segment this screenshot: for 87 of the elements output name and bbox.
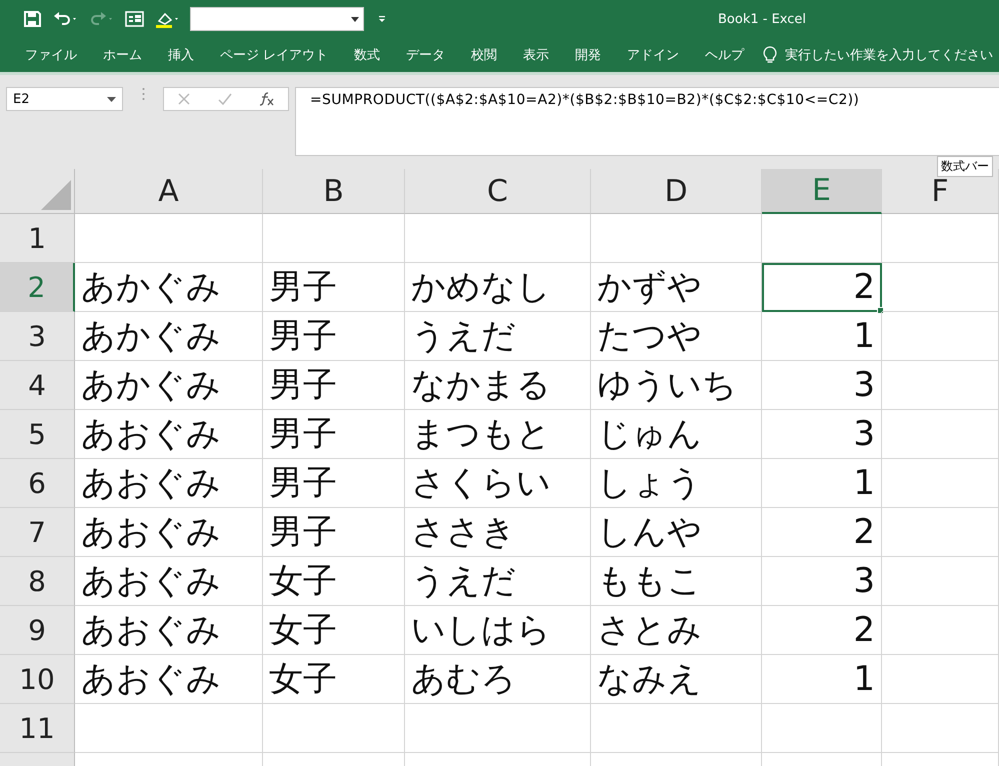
column-header[interactable]: B <box>263 169 405 214</box>
table-cell: ささき <box>405 508 591 557</box>
table-cell: まつもと <box>405 410 591 459</box>
table-cell: さくらい <box>405 459 591 508</box>
table-cell: たつや <box>591 312 762 361</box>
select-all-icon[interactable] <box>41 180 71 210</box>
table-cell: あむろ <box>405 655 591 704</box>
table-cell: あおぐみ <box>75 655 263 704</box>
row-header[interactable]: 4 <box>0 361 75 410</box>
table-cell: 女子 <box>263 557 405 606</box>
table-cell: 3 <box>762 361 882 410</box>
tell-me-search[interactable]: 実行したい作業を入力してください <box>763 46 994 64</box>
select-all-button[interactable] <box>0 169 75 214</box>
row-header[interactable]: 11 <box>0 704 75 753</box>
table-cell: あかぐみ <box>75 361 263 410</box>
table-cell: 男子 <box>263 263 405 312</box>
ribbon-tab[interactable]: ファイル <box>12 46 90 64</box>
row-header[interactable]: 9 <box>0 606 75 655</box>
column-header[interactable]: A <box>75 169 263 214</box>
ribbon-tab[interactable]: 挿入 <box>155 46 207 64</box>
table-cell: なみえ <box>591 655 762 704</box>
table-cell: 男子 <box>263 410 405 459</box>
row-header[interactable]: 10 <box>0 655 75 704</box>
table-cell: 2 <box>762 263 882 312</box>
save-icon[interactable] <box>22 9 42 29</box>
tooltip: 数式バー <box>937 156 993 177</box>
ribbon-tab[interactable]: データ <box>393 46 458 64</box>
table-cell: しんや <box>591 508 762 557</box>
cancel-icon[interactable] <box>177 92 191 106</box>
column-header[interactable]: C <box>405 169 591 214</box>
ribbon-tab[interactable]: アドイン <box>614 46 692 64</box>
row-header[interactable]: 8 <box>0 557 75 606</box>
check-icon[interactable] <box>217 92 233 106</box>
ribbon-tab[interactable]: ヘルプ <box>692 46 758 64</box>
row-header[interactable]: 2 <box>0 263 75 312</box>
table-cell: 男子 <box>263 459 405 508</box>
table-cell: うえだ <box>405 312 591 361</box>
table-cell: かずや <box>591 263 762 312</box>
splitter-dots-icon[interactable] <box>142 87 144 101</box>
table-cell: じゅん <box>591 410 762 459</box>
table-cell: いしはら <box>405 606 591 655</box>
table-cell: 女子 <box>263 606 405 655</box>
ribbon-tab[interactable]: 開発 <box>562 46 614 64</box>
ribbon-tab[interactable]: 数式 <box>341 46 394 64</box>
row-header[interactable]: 1 <box>0 214 75 263</box>
table-cell: 1 <box>762 459 882 508</box>
table-cell: さとみ <box>591 606 762 655</box>
table-cell: 2 <box>762 606 882 655</box>
form-icon[interactable] <box>124 9 144 29</box>
table-cell: あおぐみ <box>75 508 263 557</box>
row-header[interactable]: 3 <box>0 312 75 361</box>
insert-function-icon[interactable] <box>259 92 275 106</box>
ribbon-tab[interactable]: 校閲 <box>458 46 510 64</box>
table-cell: ゆういち <box>591 361 762 410</box>
lightbulb-icon <box>763 46 778 64</box>
table-cell: 3 <box>762 557 882 606</box>
row-header[interactable]: 5 <box>0 410 75 459</box>
table-cell: かめなし <box>405 263 591 312</box>
table-cell: 女子 <box>263 655 405 704</box>
table-cell: 男子 <box>263 508 405 557</box>
table-cell: 男子 <box>263 361 405 410</box>
table-cell: 1 <box>762 655 882 704</box>
row-header[interactable]: 6 <box>0 459 75 508</box>
window-title: Book1 - Excel <box>718 12 806 26</box>
table-cell: なかまる <box>405 361 591 410</box>
toolbar-combo-box[interactable] <box>190 7 364 31</box>
table-cell: あおぐみ <box>75 606 263 655</box>
table-cell: あおぐみ <box>75 459 263 508</box>
column-header[interactable]: D <box>591 169 762 214</box>
column-header[interactable]: E <box>762 169 882 214</box>
table-cell: 男子 <box>263 312 405 361</box>
table-cell: ももこ <box>591 557 762 606</box>
name-box[interactable]: E2 <box>6 87 123 111</box>
table-cell: あおぐみ <box>75 557 263 606</box>
ribbon-tab[interactable]: 表示 <box>510 46 562 64</box>
table-cell: 2 <box>762 508 882 557</box>
formula-field[interactable]: =SUMPRODUCT(($A$2:$A$10=A2)*($B$2:$B$10=B2)*($C$2:$C$10<=C2)) <box>295 87 999 156</box>
table-cell: うえだ <box>405 557 591 606</box>
row-header[interactable]: 7 <box>0 508 75 557</box>
ribbon-tab[interactable]: ホーム <box>90 46 155 64</box>
table-cell: しょう <box>591 459 762 508</box>
ribbon-tab[interactable]: ページ レイアウト <box>207 46 342 64</box>
table-cell: 3 <box>762 410 882 459</box>
table-cell: あかぐみ <box>75 263 263 312</box>
table-cell: あかぐみ <box>75 312 263 361</box>
table-cell: あおぐみ <box>75 410 263 459</box>
table-cell: 1 <box>762 312 882 361</box>
